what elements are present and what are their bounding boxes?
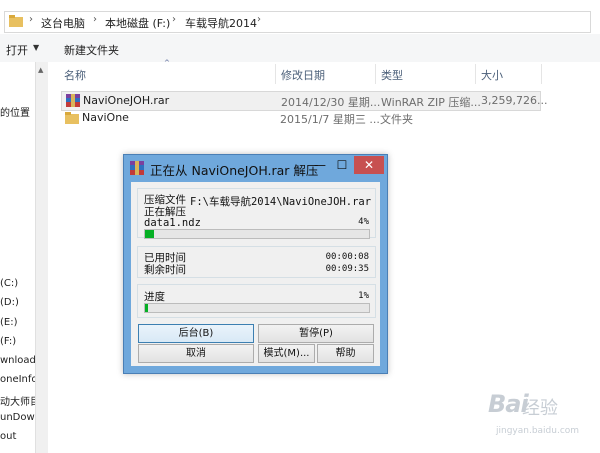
nav-item-drive-d[interactable]: (D:) bbox=[0, 297, 19, 308]
chevron-down-icon[interactable]: ▼ bbox=[33, 43, 39, 52]
progress-label: 进度 bbox=[144, 291, 165, 303]
close-button[interactable]: ✕ bbox=[354, 156, 384, 174]
command-bar: 打开 ▼ 新建文件夹 bbox=[0, 34, 600, 63]
folder-icon bbox=[65, 112, 79, 124]
file-progress-bar bbox=[144, 229, 370, 239]
nav-item-oneinfo[interactable]: oneInfo bbox=[0, 374, 35, 385]
baidu-watermark: Bai 经验 jingyan.baidu.com bbox=[488, 388, 593, 448]
column-header-name[interactable]: 名称 bbox=[64, 67, 86, 83]
address-bar: › 这台电脑 › 本地磁盘 (F:) › 车载导航2014 › bbox=[0, 8, 600, 35]
total-progress-group: 进度 1% bbox=[137, 284, 376, 318]
total-progress-fill bbox=[145, 304, 148, 312]
extract-file-group: 压缩文件 F:\车载导航2014\NaviOneJOH.rar 正在解压 dat… bbox=[137, 188, 376, 239]
address-field[interactable]: › 这台电脑 › 本地磁盘 (F:) › 车载导航2014 › bbox=[4, 11, 591, 33]
breadcrumb-drive-f[interactable]: 本地磁盘 (F:) bbox=[105, 15, 170, 31]
file-size: 3,259,726... bbox=[481, 94, 548, 107]
sort-indicator-icon: ^ bbox=[164, 59, 170, 67]
nav-item-drive-c[interactable]: (C:) bbox=[0, 278, 18, 289]
file-date: 2014/12/30 星期... bbox=[281, 96, 381, 109]
column-header-type[interactable]: 类型 bbox=[381, 67, 403, 83]
mode-button[interactable]: 模式(M)... bbox=[258, 344, 315, 363]
file-type: 文件夹 bbox=[380, 113, 413, 126]
breadcrumb-separator: › bbox=[257, 14, 261, 25]
breadcrumb-this-pc[interactable]: 这台电脑 bbox=[41, 15, 85, 31]
file-date: 2015/1/7 星期三 ... bbox=[280, 113, 380, 126]
file-progress-fill bbox=[145, 230, 154, 238]
new-folder-button[interactable]: 新建文件夹 bbox=[64, 42, 119, 58]
file-row[interactable]: NaviOneJOH.rar 2014/12/30 星期... WinRAR Z… bbox=[61, 91, 547, 111]
dialog-title: 正在从 NaviOneJOH.rar 解压 bbox=[150, 163, 319, 178]
breadcrumb-separator: › bbox=[172, 14, 176, 25]
remaining-label: 剩余时间 bbox=[144, 264, 186, 276]
file-row[interactable]: NaviOne 2015/1/7 星期三 ... 文件夹 bbox=[61, 109, 539, 127]
minimize-button[interactable]: — bbox=[309, 156, 331, 174]
nav-item-out[interactable]: out bbox=[0, 431, 16, 442]
remaining-value: 00:09:35 bbox=[325, 264, 369, 274]
open-button[interactable]: 打开 bbox=[6, 42, 28, 58]
help-button[interactable]: 帮助 bbox=[317, 344, 374, 363]
time-group: 已用时间 00:00:08 剩余时间 00:09:35 bbox=[137, 246, 376, 278]
column-divider[interactable] bbox=[541, 64, 542, 84]
elapsed-value: 00:00:08 bbox=[325, 252, 369, 262]
rar-archive-icon bbox=[66, 94, 80, 107]
archive-path: F:\车载导航2014\NaviOneJOH.rar bbox=[190, 196, 372, 208]
dialog-body: 压缩文件 F:\车载导航2014\NaviOneJOH.rar 正在解压 dat… bbox=[131, 182, 380, 366]
column-header-size[interactable]: 大小 bbox=[481, 67, 503, 83]
total-percent: 1% bbox=[358, 291, 369, 301]
navigation-pane: 的位置 (C:) (D:) (E:) (F:) wnload oneInfo 动… bbox=[0, 62, 35, 453]
file-name: NaviOneJOH.rar bbox=[83, 94, 170, 107]
column-divider[interactable] bbox=[475, 64, 476, 84]
nav-item-rundown[interactable]: unDow bbox=[0, 412, 35, 423]
background-button[interactable]: 后台(B) bbox=[138, 324, 254, 343]
file-type: WinRAR ZIP 压缩... bbox=[381, 96, 481, 109]
column-divider[interactable] bbox=[375, 64, 376, 84]
extraction-dialog: 正在从 NaviOneJOH.rar 解压 — ☐ ✕ 压缩文件 F:\车载导航… bbox=[123, 154, 388, 374]
file-percent: 4% bbox=[358, 217, 369, 227]
column-divider[interactable] bbox=[275, 64, 276, 84]
nav-item-download[interactable]: wnload bbox=[0, 355, 35, 366]
watermark-text: 经验 bbox=[522, 398, 558, 419]
cancel-button[interactable]: 取消 bbox=[138, 344, 254, 363]
folder-icon bbox=[9, 15, 23, 27]
navigation-scrollbar[interactable]: ▲ bbox=[35, 62, 48, 453]
maximize-button[interactable]: ☐ bbox=[331, 156, 353, 174]
column-header-date[interactable]: 修改日期 bbox=[281, 67, 325, 83]
dialog-titlebar[interactable]: 正在从 NaviOneJOH.rar 解压 — ☐ ✕ bbox=[124, 155, 387, 181]
nav-item-drive-f[interactable]: (F:) bbox=[0, 336, 16, 347]
nav-item-drive-e[interactable]: (E:) bbox=[0, 317, 18, 328]
watermark-url: jingyan.baidu.com bbox=[496, 426, 580, 436]
pause-button[interactable]: 暂停(P) bbox=[258, 324, 374, 343]
breadcrumb-separator: › bbox=[93, 14, 97, 25]
top-strip bbox=[0, 0, 600, 8]
nav-item-driver-master[interactable]: 动大师目 bbox=[0, 393, 35, 408]
current-file: data1.ndz bbox=[144, 217, 201, 229]
breadcrumb-separator: › bbox=[29, 14, 33, 25]
file-name: NaviOne bbox=[82, 111, 129, 124]
total-progress-bar bbox=[144, 303, 370, 313]
winrar-icon bbox=[130, 161, 144, 175]
breadcrumb-folder[interactable]: 车载导航2014 bbox=[185, 15, 257, 31]
scroll-up-icon[interactable]: ▲ bbox=[38, 66, 43, 74]
nav-item-recent-places[interactable]: 的位置 bbox=[0, 104, 30, 119]
